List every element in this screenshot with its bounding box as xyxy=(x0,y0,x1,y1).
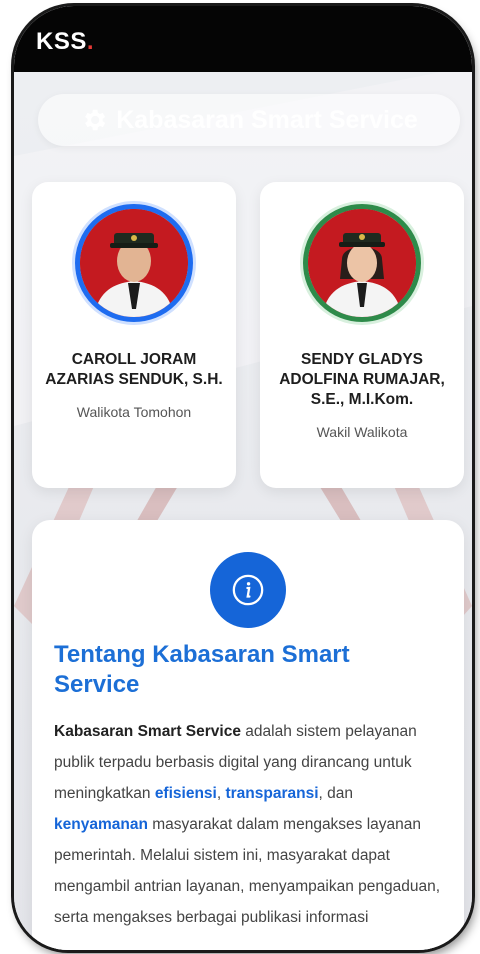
portrait-image xyxy=(80,209,188,317)
leader-role: Walikota Tomohon xyxy=(76,404,192,420)
highlight-efisiensi: efisiensi xyxy=(154,785,217,802)
about-description: Kabasaran Smart Service adalah sistem pe… xyxy=(54,716,450,933)
app-brand-logo: KSS. xyxy=(36,28,94,56)
leader-card-vice-mayor[interactable]: SENDY GLADYS ADOLFINA RUMAJAR, S.E., M.I… xyxy=(260,182,464,488)
header-title: Kabasaran Smart Service xyxy=(116,105,418,134)
leader-name: CAROLL JORAM AZARIAS SENDUK, S.H. xyxy=(45,351,223,388)
gear-icon xyxy=(85,109,106,131)
brand-text: KSS xyxy=(36,28,87,55)
portrait-image xyxy=(308,209,416,317)
leader-card-mayor[interactable]: CAROLL JORAM AZARIAS SENDUK, S.H. Waliko… xyxy=(32,182,236,488)
about-text: , dan xyxy=(318,785,353,802)
highlight-transparansi: transparansi xyxy=(225,785,319,802)
phone-screen: KSS. Kabasaran Smart Service CAROLL JORA… xyxy=(14,6,472,950)
leader-role: Wakil Walikota xyxy=(316,424,408,440)
highlight-kenyamanan: kenyamanan xyxy=(54,816,148,833)
info-icon xyxy=(232,574,264,606)
about-section: Tentang Kabasaran Smart Service Kabasara… xyxy=(32,520,464,950)
about-title: Tentang Kabasaran Smart Service xyxy=(54,641,350,698)
leader-name: SENDY GLADYS ADOLFINA RUMAJAR, S.E., M.I… xyxy=(279,351,445,408)
brand-dot: . xyxy=(86,28,95,55)
app-header: Kabasaran Smart Service xyxy=(38,94,460,146)
about-strong: Kabasaran Smart Service xyxy=(54,723,241,740)
mayor-avatar xyxy=(75,204,193,322)
vice-mayor-avatar xyxy=(303,204,421,322)
info-badge xyxy=(210,552,286,628)
status-bar: KSS. xyxy=(14,6,472,72)
